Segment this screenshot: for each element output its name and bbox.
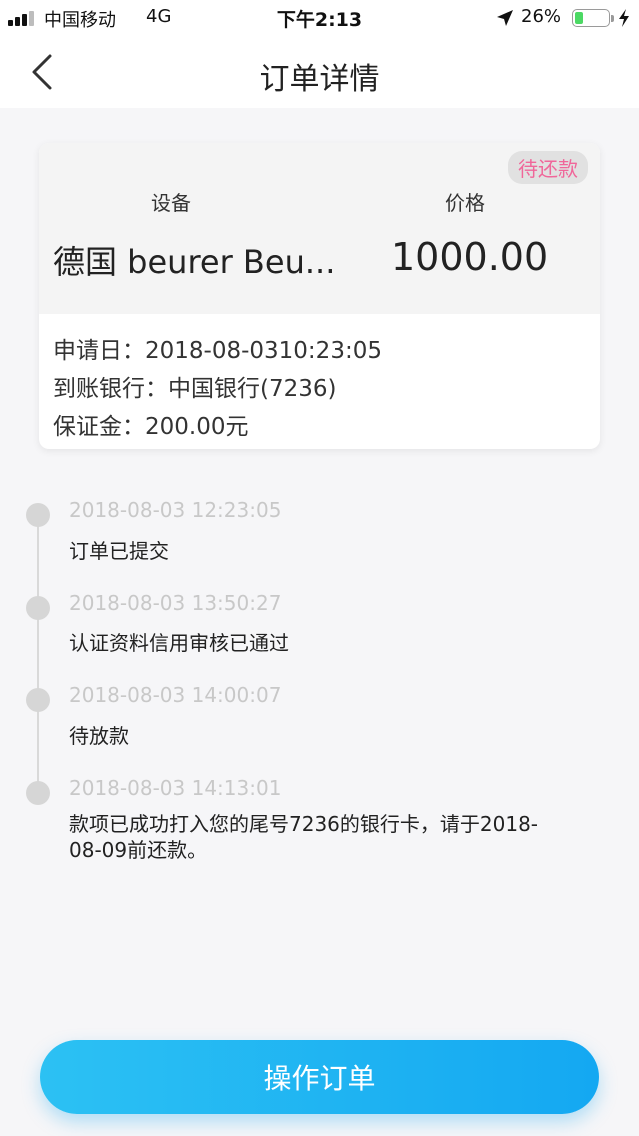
apply-date: 申请日：2018-08-0310:23:05 xyxy=(53,338,382,364)
charging-bolt-icon xyxy=(619,9,629,27)
location-arrow-icon xyxy=(497,10,513,26)
device-name: 德国 beurer Beu... xyxy=(53,243,336,281)
battery-tip xyxy=(611,15,614,22)
timeline-dot xyxy=(26,596,50,620)
battery-percent: 26% xyxy=(521,6,562,27)
timeline-text: 订单已提交 xyxy=(69,539,169,563)
timeline-dot xyxy=(26,781,50,805)
operate-order-button[interactable]: 操作订单 xyxy=(40,1040,599,1114)
timeline-time: 2018-08-03 14:00:07 xyxy=(69,683,282,707)
battery-level-fill xyxy=(575,12,583,24)
timeline-time: 2018-08-03 13:50:27 xyxy=(69,591,282,615)
receiving-bank: 到账银行：中国银行(7236) xyxy=(53,376,337,402)
timeline-text: 待放款 xyxy=(69,724,129,748)
device-label: 设备 xyxy=(151,191,191,215)
timeline-dot xyxy=(26,503,50,527)
nav-bar: 订单详情 xyxy=(0,36,639,108)
price-label: 价格 xyxy=(445,191,485,215)
order-card: 待还款 设备 价格 德国 beurer Beu... 1000.00 申请日：2… xyxy=(39,143,600,449)
status-bar: 中国移动 4G 下午2:13 26% xyxy=(0,0,639,36)
timeline-dot xyxy=(26,688,50,712)
timeline-text: 款项已成功打入您的尾号7236的银行卡，请于2018-08-09前还款。 xyxy=(69,812,539,862)
status-badge: 待还款 xyxy=(508,151,588,184)
timeline-time: 2018-08-03 14:13:01 xyxy=(69,776,282,800)
page-title: 订单详情 xyxy=(259,62,380,97)
timeline-line xyxy=(37,514,39,794)
order-summary: 待还款 设备 价格 德国 beurer Beu... 1000.00 xyxy=(39,143,600,314)
battery-icon xyxy=(572,9,610,27)
timeline-text: 认证资料信用审核已通过 xyxy=(69,631,289,655)
deposit-amount: 保证金：200.00元 xyxy=(53,414,249,440)
price-value: 1000.00 xyxy=(391,235,549,279)
timeline-time: 2018-08-03 12:23:05 xyxy=(69,498,282,522)
